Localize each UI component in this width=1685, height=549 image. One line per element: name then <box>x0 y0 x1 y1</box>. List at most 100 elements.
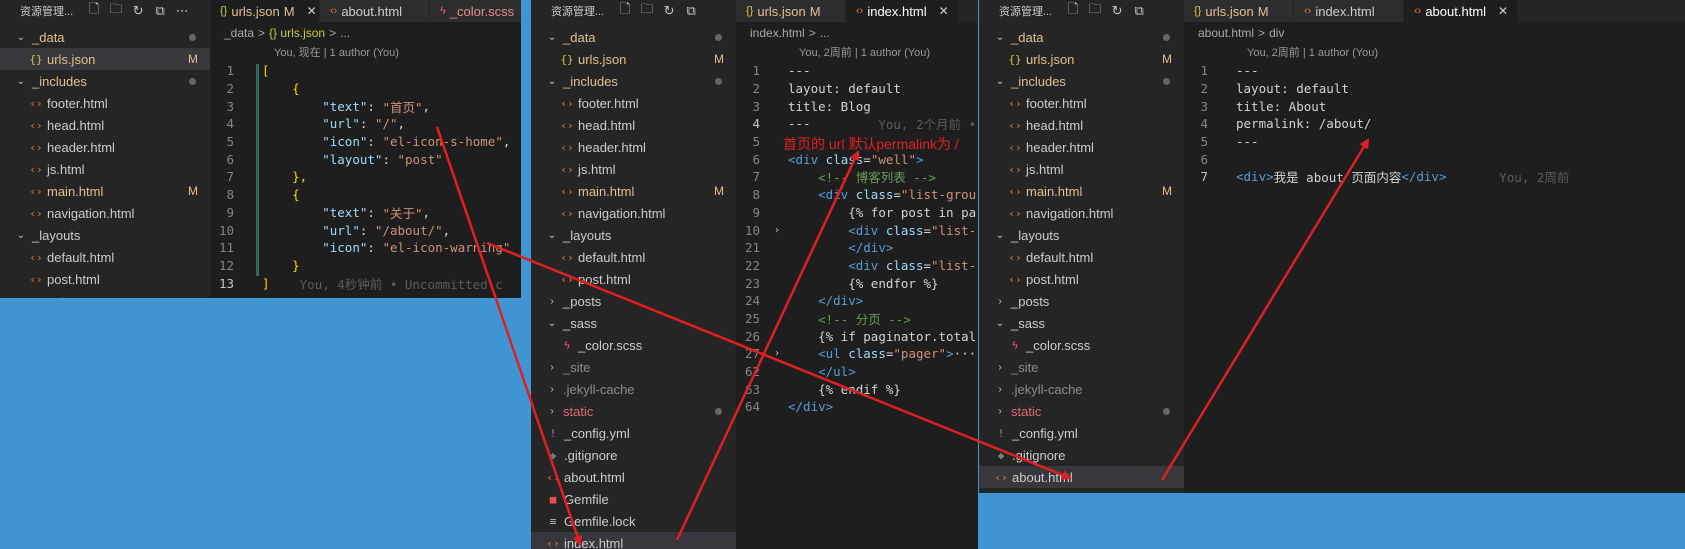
more-icon[interactable]: ⋯ <box>175 3 189 19</box>
tree-item-post-html[interactable]: ‹› post.html <box>531 268 736 290</box>
tab-urls-json[interactable]: {} urls.json M ✕ <box>210 0 320 22</box>
tree-item-header-html[interactable]: ‹› header.html <box>0 136 210 158</box>
code-line[interactable]: 21 </div> <box>736 239 978 257</box>
chevron-down-icon[interactable]: ⌄ <box>993 318 1007 329</box>
tree-item-head-html[interactable]: ‹› head.html <box>531 114 736 136</box>
tree-item-js-html[interactable]: ‹› js.html <box>979 158 1184 180</box>
tree-item-config-yml[interactable]: ! _config.yml <box>531 422 736 444</box>
tree-item-urls-json[interactable]: {} urls.json M <box>979 48 1184 70</box>
tab-urls-json[interactable]: {} urls.json M <box>736 0 846 22</box>
code-line[interactable]: 25 <!-- 分页 --> <box>736 310 978 328</box>
tree-item-urls-json[interactable]: {} urls.json M <box>0 48 210 70</box>
collapse-icon[interactable]: ⧉ <box>153 3 167 19</box>
new-folder-icon[interactable]: 🗀 <box>1088 0 1102 22</box>
code-line[interactable]: 8 <div class = "list-grou <box>736 186 978 204</box>
tree-item-default-html[interactable]: ‹› default.html <box>0 246 210 268</box>
breadcrumb-item[interactable]: ... <box>340 26 350 40</box>
tree-item-default-html[interactable]: ‹› default.html <box>979 246 1184 268</box>
new-file-icon[interactable]: 🗋 <box>87 0 101 22</box>
new-folder-icon[interactable]: 🗀 <box>109 0 123 22</box>
chevron-down-icon[interactable]: ⌄ <box>14 76 28 87</box>
code-line[interactable]: 62 </ul> <box>736 363 978 381</box>
tree-item-post-html[interactable]: ‹› post.html <box>0 268 210 290</box>
chevron-right-icon[interactable]: › <box>545 296 559 307</box>
tree-item-about-html[interactable]: ‹› about.html <box>531 466 736 488</box>
tree-item-posts[interactable]: › _posts <box>531 290 736 312</box>
fold-icon[interactable]: › <box>774 348 788 359</box>
tab--color-scss[interactable]: ϟ _color.scss <box>430 0 521 22</box>
code-line[interactable]: 1 --- <box>1184 62 1685 80</box>
chevron-down-icon[interactable]: ⌄ <box>545 230 559 241</box>
tree-item-navigation-html[interactable]: ‹› navigation.html <box>979 202 1184 224</box>
tab-index-html[interactable]: ‹› index.html ✕ <box>846 0 960 22</box>
breadcrumb-item[interactable]: {} urls.json <box>269 26 325 40</box>
chevron-right-icon[interactable]: › <box>545 406 559 417</box>
refresh-icon[interactable]: ↻ <box>1110 3 1124 19</box>
tab-urls-json[interactable]: {} urls.json M <box>1184 0 1294 22</box>
tree-item-layouts[interactable]: ⌄ _layouts <box>531 224 736 246</box>
tree-item-data[interactable]: ⌄ _data <box>979 26 1184 48</box>
code-line[interactable]: 27 › <ul class = "pager" > ··· <box>736 345 978 363</box>
code-line[interactable]: 4 --- You, 2个月前 • u <box>736 115 978 133</box>
code-line[interactable]: 22 <div class = "list- <box>736 257 978 275</box>
code-line[interactable]: 6 <box>1184 150 1685 168</box>
code-editor[interactable]: 1 --- 2 layout: default 3 title: About 4 permal… <box>1184 62 1685 186</box>
tree-item-header-html[interactable]: ‹› header.html <box>531 136 736 158</box>
code-line[interactable]: 24 </div> <box>736 292 978 310</box>
tree-item-posts[interactable]: › _posts <box>0 290 210 299</box>
tree-item-layouts[interactable]: ⌄ _layouts <box>979 224 1184 246</box>
tree-item-jekyll-cache[interactable]: › .jekyll-cache <box>979 378 1184 400</box>
chevron-right-icon[interactable]: › <box>14 296 28 299</box>
tree-item-footer-html[interactable]: ‹› footer.html <box>0 92 210 114</box>
fold-icon[interactable]: › <box>774 225 788 236</box>
tree-item-index-html[interactable]: ‹› index.html <box>531 532 736 549</box>
chevron-down-icon[interactable]: ⌄ <box>545 76 559 87</box>
tree-item-includes[interactable]: ⌄ _includes <box>531 70 736 92</box>
tree-item-main-html[interactable]: ‹› main.html M <box>0 180 210 202</box>
tree-item-gemfile-lock[interactable]: ≡ Gemfile.lock <box>531 510 736 532</box>
refresh-icon[interactable]: ↻ <box>662 3 676 19</box>
breadcrumb-item[interactable]: ... <box>820 26 830 40</box>
code-line[interactable]: 7 <div> 我是 about 页面内容 </div> You, 2周前 <box>1184 168 1685 186</box>
tree-item-navigation-html[interactable]: ‹› navigation.html <box>531 202 736 224</box>
breadcrumb-item[interactable]: div <box>1269 26 1284 40</box>
tree-item-post-html[interactable]: ‹› post.html <box>979 268 1184 290</box>
new-file-icon[interactable]: 🗋 <box>1066 0 1080 22</box>
code-line[interactable]: 3 title: Blog <box>736 97 978 115</box>
tree-item-site[interactable]: › _site <box>531 356 736 378</box>
chevron-down-icon[interactable]: ⌄ <box>14 230 28 241</box>
tree-item-color-scss[interactable]: ϟ _color.scss <box>531 334 736 356</box>
chevron-right-icon[interactable]: › <box>993 406 1007 417</box>
collapse-icon[interactable]: ⧉ <box>684 3 698 19</box>
new-folder-icon[interactable]: 🗀 <box>640 0 654 22</box>
chevron-right-icon[interactable]: › <box>545 362 559 373</box>
tree-item-head-html[interactable]: ‹› head.html <box>0 114 210 136</box>
chevron-down-icon[interactable]: ⌄ <box>993 32 1007 43</box>
tree-item-gemfile[interactable]: ■ Gemfile <box>531 488 736 510</box>
chevron-down-icon[interactable]: ⌄ <box>545 32 559 43</box>
tree-item-config-yml[interactable]: ! _config.yml <box>979 422 1184 444</box>
chevron-down-icon[interactable]: ⌄ <box>14 32 28 43</box>
tree-item-static[interactable]: › static <box>531 400 736 422</box>
tree-item-layouts[interactable]: ⌄ _layouts <box>0 224 210 246</box>
tree-item-color-scss[interactable]: ϟ _color.scss <box>979 334 1184 356</box>
chevron-right-icon[interactable]: › <box>545 384 559 395</box>
tree-item-about-html[interactable]: ‹› about.html <box>979 466 1184 488</box>
code-line[interactable]: 64 </div> <box>736 398 978 416</box>
code-editor[interactable]: 1 --- 2 layout: default 3 title: Blog 4 --- You… <box>736 62 978 416</box>
tree-item-sass[interactable]: ⌄ _sass <box>979 312 1184 334</box>
tree-item-gitignore[interactable]: ◆ .gitignore <box>979 444 1184 466</box>
refresh-icon[interactable]: ↻ <box>131 3 145 19</box>
code-line[interactable]: 63 {% endif %} <box>736 380 978 398</box>
chevron-right-icon[interactable]: › <box>993 384 1007 395</box>
tree-item-static[interactable]: › static <box>979 400 1184 422</box>
code-line[interactable]: 2 layout: default <box>736 80 978 98</box>
breadcrumb-item[interactable]: index.html <box>750 26 805 40</box>
tree-item-includes[interactable]: ⌄ _includes <box>0 70 210 92</box>
tree-item-gitignore[interactable]: ◆ .gitignore <box>531 444 736 466</box>
chevron-down-icon[interactable]: ⌄ <box>993 76 1007 87</box>
code-line[interactable]: 1 --- <box>736 62 978 80</box>
tree-item-data[interactable]: ⌄ _data <box>531 26 736 48</box>
code-line[interactable]: 10 › <div class = "list- <box>736 221 978 239</box>
tree-item-footer-html[interactable]: ‹› footer.html <box>979 92 1184 114</box>
